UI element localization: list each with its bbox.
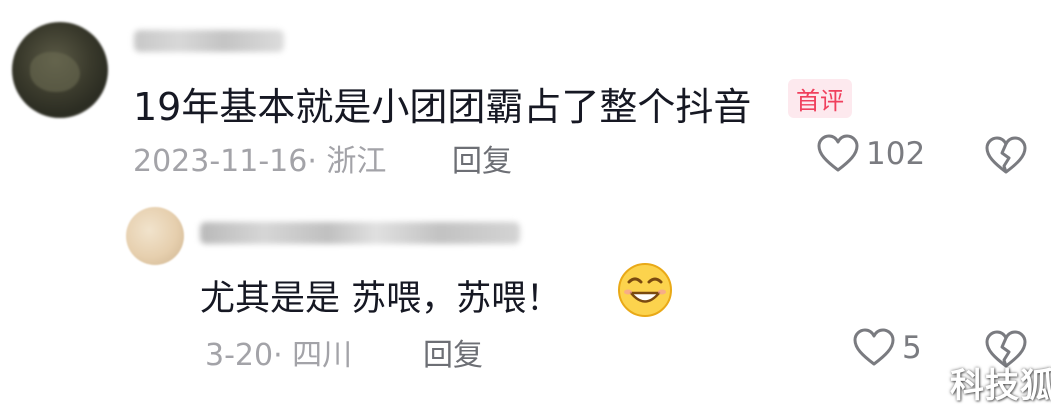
comment-text: 19年基本就是小团团霸占了整个抖音 — [133, 85, 752, 129]
heart-outline-icon — [817, 134, 859, 172]
first-comment-badge: 首评 — [788, 79, 852, 118]
reply-like-button[interactable]: 5 — [852, 328, 922, 368]
comment-meta: 2023-11-16· 浙江 — [133, 144, 387, 179]
like-count: 102 — [866, 136, 926, 172]
grinning-squint-emoji — [618, 263, 672, 317]
commenter-name-blurred[interactable] — [134, 30, 284, 52]
reply-text: 尤其是是 苏喂，苏喂！ — [200, 279, 562, 319]
reply-button[interactable]: 回复 — [452, 136, 512, 180]
commenter-avatar[interactable] — [12, 22, 108, 118]
heart-outline-icon — [853, 328, 895, 366]
broken-heart-icon[interactable] — [984, 136, 1028, 176]
replier-name-blurred[interactable] — [200, 222, 520, 244]
reply-like-count: 5 — [902, 330, 922, 366]
reply-to-reply-button[interactable]: 回复 — [423, 330, 483, 374]
reply-meta: 3-20· 四川 — [205, 338, 353, 373]
watermark: 科技狐 — [950, 366, 1051, 406]
like-button[interactable]: 102 — [816, 134, 925, 174]
replier-avatar[interactable] — [126, 207, 184, 265]
